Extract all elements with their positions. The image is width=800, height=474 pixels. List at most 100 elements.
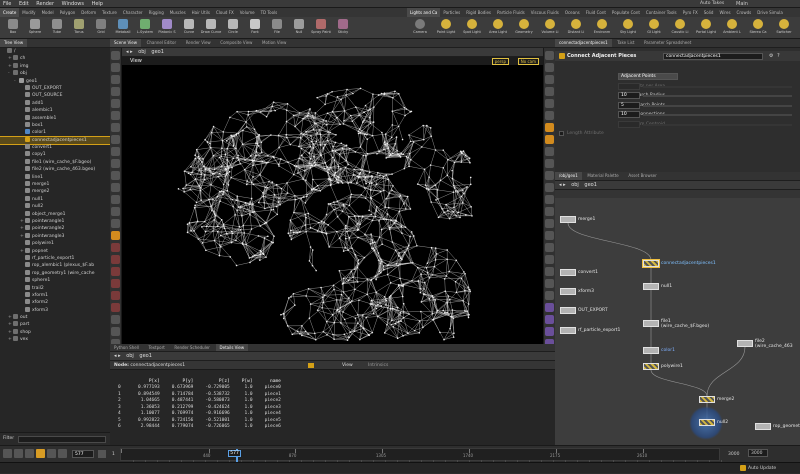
shelf-tab[interactable]: Viscous Fluids [528, 8, 562, 17]
tab-motion-view[interactable]: Motion View [258, 39, 290, 47]
tree-item[interactable]: +popnet [0, 248, 110, 255]
node-body[interactable] [643, 260, 659, 267]
tree-item[interactable]: +img [0, 63, 110, 70]
tab-asset-browser[interactable]: Asset Browser [624, 172, 660, 180]
shelf-tool-button[interactable]: Sphere [24, 17, 46, 39]
grid-icon[interactable] [545, 231, 554, 240]
handle-icon[interactable] [111, 99, 120, 108]
node-body[interactable] [699, 396, 715, 403]
ghost-icon[interactable] [545, 291, 554, 300]
pose-icon[interactable] [111, 171, 120, 180]
node-body[interactable] [755, 423, 771, 430]
node-body[interactable] [643, 363, 659, 370]
shelf-tab[interactable]: Texture [99, 8, 120, 17]
paint-icon[interactable] [111, 327, 120, 336]
scale-icon[interactable] [111, 267, 120, 276]
wireframe-icon[interactable] [545, 63, 554, 72]
spreadsheet-back-icon[interactable]: ◂ ▸ [114, 353, 121, 359]
length-attribute-checkbox[interactable] [559, 131, 564, 136]
lighting-icon[interactable] [545, 183, 554, 192]
shelf-tab[interactable]: Particle Fluids [494, 8, 528, 17]
menu-windows[interactable]: Windows [59, 0, 87, 8]
tree-item[interactable]: connectadjacentpieces1 [0, 137, 110, 144]
tree-item[interactable]: +vex [0, 336, 110, 343]
menu-render[interactable]: Render [33, 0, 57, 8]
shelf-tab[interactable]: Fluid Cont [583, 8, 609, 17]
wireframe-icon[interactable] [545, 255, 554, 264]
scene-viewport[interactable]: ◂ ▸ obj geo1 View persp No cam [122, 48, 543, 344]
shelf-tab[interactable]: Model [39, 8, 57, 17]
tree-item[interactable]: null1 [0, 196, 110, 203]
current-frame-field[interactable]: 577 [72, 450, 94, 458]
shelf-tab[interactable]: Oceans [562, 8, 583, 17]
shelf-tool-button[interactable]: Grid [90, 17, 112, 39]
display-options-icon[interactable] [545, 243, 554, 252]
shelf-tab[interactable]: Particles [440, 8, 463, 17]
shelf-tab[interactable]: Muscles [167, 8, 189, 17]
tree-item[interactable]: convert1 [0, 144, 110, 151]
tree-item[interactable]: +shop [0, 329, 110, 336]
points-icon[interactable] [545, 111, 554, 120]
step-forward-button[interactable] [58, 449, 67, 458]
shelf-tab[interactable]: Container Tools [643, 8, 680, 17]
shelf-tool-button[interactable]: Spray Paint [310, 17, 332, 39]
shelf-tool-button[interactable]: GI Light [641, 17, 667, 39]
play-reverse-button[interactable] [25, 449, 34, 458]
tree-item[interactable]: -obj [0, 70, 110, 77]
node-body[interactable] [643, 283, 659, 290]
tree-item[interactable]: xform1 [0, 292, 110, 299]
shelf-tool-button[interactable]: Distant Li [563, 17, 589, 39]
shelf-tab[interactable]: TD Tools [258, 8, 281, 17]
tab-network-path[interactable]: /obj/geo1 [555, 172, 582, 180]
tree-item[interactable]: xform3 [0, 307, 110, 314]
step-back-button[interactable] [14, 449, 23, 458]
tab-render-scheduler[interactable]: Render Scheduler [170, 344, 214, 352]
path-home-icon[interactable]: ◂ ▸ [126, 49, 133, 55]
tree-item[interactable]: +out [0, 314, 110, 321]
shaded-icon[interactable] [545, 171, 554, 180]
view-icon[interactable] [111, 111, 120, 120]
lighting-icon[interactable] [545, 279, 554, 288]
brush-icon[interactable] [111, 315, 120, 324]
node-body[interactable] [643, 320, 659, 327]
tree-item[interactable]: polywire1 [0, 240, 110, 247]
shelf-tool-button[interactable]: Point Light [433, 17, 459, 39]
tree-item[interactable]: line1 [0, 174, 110, 181]
tree-item[interactable]: alembic1 [0, 107, 110, 114]
gear-icon[interactable]: ⚙ [769, 53, 773, 59]
grid-icon[interactable] [545, 135, 554, 144]
tree-item[interactable]: rop_alembic1 (plexus_$F.ab [0, 262, 110, 269]
tab-take-list[interactable]: Take List [613, 39, 638, 47]
shelf-tool-button[interactable]: Volume Li [537, 17, 563, 39]
menu-edit[interactable]: Edit [16, 0, 32, 8]
snap-icon[interactable] [111, 303, 120, 312]
end-frame-field[interactable]: 3000 [748, 449, 768, 457]
jump-start-button[interactable] [3, 449, 12, 458]
spreadsheet-node-name[interactable]: connectadjacentpieces1 [130, 363, 185, 368]
tab-parameter-spreadsheet[interactable]: Parameter Spreadsheet [640, 39, 695, 47]
shelf-tool-button[interactable]: File [266, 17, 288, 39]
grid-icon[interactable] [545, 327, 554, 336]
tree-item[interactable]: file2 (wire_cache_463.bgeo) [0, 166, 110, 173]
shelf-tool-button[interactable]: Camera [407, 17, 433, 39]
points-icon[interactable] [545, 207, 554, 216]
shelf-tool-button[interactable]: Tube [46, 17, 68, 39]
transform-icon[interactable] [111, 63, 120, 72]
tree-item[interactable]: sphere1 [0, 277, 110, 284]
tree-item[interactable]: rop_geometry1 (wire_cache [0, 270, 110, 277]
pin-icon[interactable] [308, 363, 314, 368]
shelf-tab[interactable]: Lights and Ca [407, 8, 440, 17]
shelf-tool-button[interactable]: Font [244, 17, 266, 39]
viewport-path-geo1[interactable]: geo1 [151, 49, 164, 55]
camera-menu-2[interactable]: No cam [518, 58, 539, 65]
shelf-tab[interactable]: Polygon [57, 8, 79, 17]
tree-item[interactable]: null2 [0, 203, 110, 210]
shelf-tool-button[interactable]: Sky Light [615, 17, 641, 39]
shelf-tab[interactable]: Create [0, 8, 19, 17]
play-forward-button[interactable] [47, 449, 56, 458]
tree-item[interactable]: -geo1 [0, 78, 110, 85]
param-number-field[interactable]: 10 [618, 92, 640, 99]
connection-type-menu[interactable]: Adjacent Points [618, 73, 678, 80]
auto-takes-label[interactable]: Auto Takes [700, 0, 740, 8]
magnet-icon[interactable] [111, 159, 120, 168]
